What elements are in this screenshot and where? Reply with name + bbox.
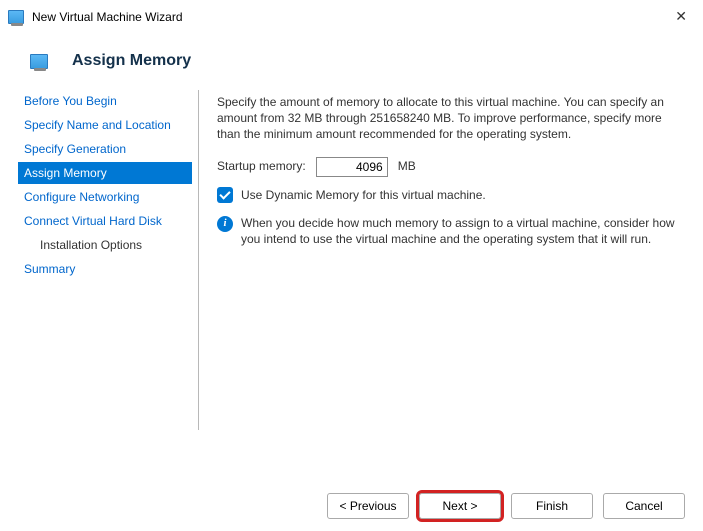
- sidebar-item-assign-memory[interactable]: Assign Memory: [18, 162, 192, 184]
- close-icon[interactable]: ✕: [669, 6, 693, 27]
- info-row: i When you decide how much memory to ass…: [217, 215, 679, 247]
- startup-memory-unit: MB: [398, 158, 416, 174]
- dynamic-memory-row: Use Dynamic Memory for this virtual mach…: [217, 187, 679, 203]
- sidebar-item-connect-vhd[interactable]: Connect Virtual Hard Disk: [18, 210, 192, 232]
- next-button[interactable]: Next >: [419, 493, 501, 519]
- window-title: New Virtual Machine Wizard: [32, 10, 183, 24]
- startup-memory-row: Startup memory: MB: [217, 157, 679, 177]
- info-text: When you decide how much memory to assig…: [241, 215, 679, 247]
- content-pane: Specify the amount of memory to allocate…: [199, 90, 685, 430]
- previous-button[interactable]: < Previous: [327, 493, 409, 519]
- dynamic-memory-checkbox[interactable]: [217, 187, 233, 203]
- finish-button[interactable]: Finish: [511, 493, 593, 519]
- page-header: Assign Memory: [0, 34, 703, 90]
- sidebar-item-installation-options[interactable]: Installation Options: [18, 234, 192, 256]
- wizard-footer: < Previous Next > Finish Cancel: [327, 493, 685, 519]
- page-title: Assign Memory: [72, 52, 191, 70]
- startup-memory-input[interactable]: [316, 157, 388, 177]
- sidebar-item-specify-name[interactable]: Specify Name and Location: [18, 114, 192, 136]
- titlebar: New Virtual Machine Wizard ✕: [0, 0, 703, 34]
- startup-memory-label: Startup memory:: [217, 158, 306, 174]
- sidebar-item-configure-networking[interactable]: Configure Networking: [18, 186, 192, 208]
- wizard-steps-sidebar: Before You Begin Specify Name and Locati…: [18, 90, 199, 430]
- sidebar-item-specify-generation[interactable]: Specify Generation: [18, 138, 192, 160]
- sidebar-item-summary[interactable]: Summary: [18, 258, 192, 280]
- sidebar-item-before-you-begin[interactable]: Before You Begin: [18, 90, 192, 112]
- intro-text: Specify the amount of memory to allocate…: [217, 94, 679, 143]
- cancel-button[interactable]: Cancel: [603, 493, 685, 519]
- wizard-icon: [30, 54, 48, 69]
- dynamic-memory-label: Use Dynamic Memory for this virtual mach…: [241, 187, 486, 203]
- info-icon: i: [217, 216, 233, 232]
- app-icon: [8, 10, 24, 24]
